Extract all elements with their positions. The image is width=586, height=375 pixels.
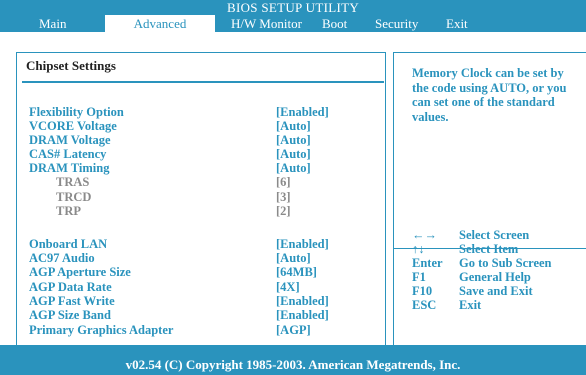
copyright-text: v02.54 (C) Copyright 1985-2003. American…: [125, 357, 461, 372]
key-description: Select Screen: [459, 228, 530, 242]
setting-value[interactable]: [Enabled]: [276, 308, 329, 322]
setting-label: CAS# Latency: [29, 147, 107, 161]
key-name: Enter: [412, 256, 443, 270]
setting-value[interactable]: [Auto]: [276, 133, 311, 147]
setting-value: [2]: [276, 204, 291, 218]
key-description: Go to Sub Screen: [459, 256, 552, 270]
setting-label: DRAM Timing: [29, 161, 110, 175]
tab-security[interactable]: Security: [375, 15, 418, 32]
key-name: ESC: [412, 298, 437, 312]
setting-label: TRCD: [56, 190, 92, 204]
tab-boot[interactable]: Boot: [322, 15, 347, 32]
tab-exit[interactable]: Exit: [446, 15, 468, 32]
key-name: F1: [412, 270, 426, 284]
setting-label: AGP Data Rate: [29, 280, 112, 294]
setting-label: TRP: [56, 204, 81, 218]
setting-value[interactable]: [64MB]: [276, 265, 317, 279]
setting-value: [6]: [276, 175, 291, 189]
arrow-up-down-icon: ↑↓: [412, 242, 425, 256]
tab-main[interactable]: Main: [39, 15, 66, 32]
setting-value[interactable]: [Enabled]: [276, 294, 329, 308]
setting-label: AC97 Audio: [29, 251, 95, 265]
setting-label: Primary Graphics Adapter: [29, 323, 174, 337]
section-title: Chipset Settings: [26, 58, 116, 73]
setting-value[interactable]: [AGP]: [276, 323, 311, 337]
setting-value[interactable]: [Enabled]: [276, 105, 329, 119]
setting-value[interactable]: [Auto]: [276, 91, 311, 105]
help-text: Memory Clock can be set by the code usin…: [412, 66, 567, 124]
setting-label: AGP Fast Write: [29, 294, 115, 308]
key-description: Select Item: [459, 242, 519, 256]
setting-label: AGP Aperture Size: [29, 265, 131, 279]
setting-value[interactable]: [Auto]: [276, 251, 311, 265]
key-name: F10: [412, 284, 433, 298]
key-description: Save and Exit: [459, 284, 533, 298]
setting-label: Onboard LAN: [29, 237, 108, 251]
setting-value[interactable]: [Auto]: [276, 119, 311, 133]
setting-label: Memory Clock: [29, 91, 110, 105]
setting-value: [3]: [276, 190, 291, 204]
setting-label: AGP Size Band: [29, 308, 111, 322]
key-description: Exit: [459, 298, 482, 312]
setting-value[interactable]: [Auto]: [276, 147, 311, 161]
setting-label: DRAM Voltage: [29, 133, 111, 147]
setting-label: TRAS: [56, 175, 90, 189]
setting-value[interactable]: [Auto]: [276, 161, 311, 175]
arrow-left-right-icon: ←→: [412, 228, 437, 242]
key-description: General Help: [459, 270, 531, 284]
setting-value[interactable]: [4X]: [276, 280, 300, 294]
tab-hw-monitor[interactable]: H/W Monitor: [231, 15, 302, 32]
tab-advanced[interactable]: Advanced: [105, 15, 215, 32]
tab-bar: Main Advanced H/W Monitor Boot Security …: [0, 15, 586, 32]
bios-screen: BIOS SETUP UTILITY Main Advanced H/W Mon…: [0, 0, 586, 375]
setting-label: VCORE Voltage: [29, 119, 117, 133]
section-separator: [22, 81, 384, 83]
setting-label: Flexibility Option: [29, 105, 124, 119]
bios-title: BIOS SETUP UTILITY: [0, 0, 586, 15]
setting-value[interactable]: [Enabled]: [276, 237, 329, 251]
